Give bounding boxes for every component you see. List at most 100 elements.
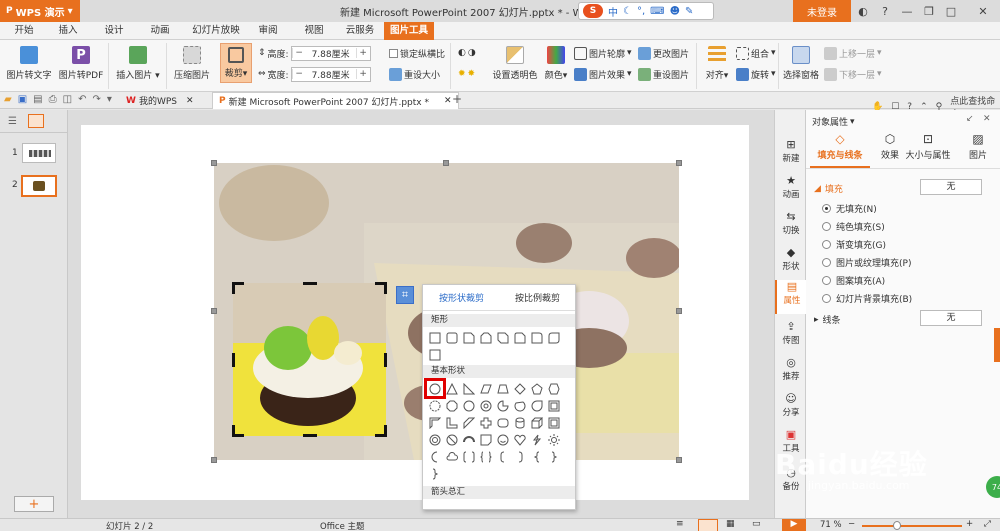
crop-handle-bottom-right[interactable] [375, 425, 387, 437]
tab-cloud[interactable]: 云服务 [338, 22, 382, 40]
crop-handle-top-left[interactable] [232, 282, 244, 294]
close-tab-icon[interactable]: ✕ [444, 96, 452, 106]
heptagon-shape-icon[interactable] [428, 399, 442, 412]
pane-header[interactable]: 对象属性 ▾ [812, 115, 855, 129]
lightning-shape-icon[interactable] [530, 433, 544, 446]
crop-button[interactable]: 裁剪▾ [220, 43, 252, 83]
print-icon[interactable]: ⎙ [49, 94, 57, 105]
resize-handle[interactable] [443, 160, 449, 166]
minimize-button[interactable]: — [896, 0, 918, 22]
square-shape-icon[interactable] [428, 348, 442, 361]
play-slideshow-icon[interactable]: ▶ [782, 519, 806, 531]
diamond-shape-icon[interactable] [513, 382, 527, 395]
moon-icon[interactable]: ☾ [623, 6, 632, 17]
slide-thumbnail-1[interactable] [22, 143, 56, 163]
tab-design[interactable]: 设计 [94, 22, 134, 40]
teardrop-shape-icon[interactable] [530, 399, 544, 412]
rotate-button[interactable]: 旋转 ▾ [736, 66, 776, 82]
pie-shape-icon[interactable] [496, 399, 510, 412]
parallelogram-shape-icon[interactable] [479, 382, 493, 395]
picture-effect-button[interactable]: 图片效果 ▾ [574, 66, 632, 82]
fit-window-icon[interactable]: ⤢ [984, 519, 991, 529]
right-brace-shape-icon[interactable] [547, 450, 561, 463]
double-bracket-shape-icon[interactable] [462, 450, 476, 463]
no-symbol-shape-icon[interactable] [445, 433, 459, 446]
bring-forward-button[interactable]: 上移一层 ▾ [824, 45, 882, 61]
double-brace-shape-icon[interactable] [479, 450, 493, 463]
resize-handle[interactable] [211, 457, 217, 463]
fill-section-header[interactable]: ◢ 填充 [814, 182, 843, 196]
pin-icon[interactable]: ↙ [966, 114, 974, 124]
login-button[interactable]: 未登录 [793, 0, 851, 22]
donut-shape-icon[interactable] [428, 433, 442, 446]
cube-shape-icon[interactable] [530, 416, 544, 429]
can-shape-icon[interactable] [513, 416, 527, 429]
reset-picture-button[interactable]: 重设图片 [638, 66, 689, 82]
open-icon[interactable]: ▰ [4, 94, 12, 105]
send-backward-button[interactable]: 下移一层 ▾ [824, 66, 882, 82]
undo-icon[interactable]: ↶ [78, 94, 86, 105]
hexagon-shape-icon[interactable] [547, 382, 561, 395]
diagonal-stripe-icon[interactable] [462, 416, 476, 429]
doc-tab-my-wps[interactable]: W 我的WPS ✕ [120, 92, 200, 109]
pentagon-shape-icon[interactable] [530, 382, 544, 395]
chevron-down-icon[interactable]: ▾ [107, 94, 112, 105]
reset-size-button[interactable]: 重设大小 [389, 66, 440, 82]
moon-shape-icon[interactable] [428, 450, 442, 463]
resize-handle[interactable] [676, 457, 682, 463]
plaque-shape-icon[interactable] [496, 416, 510, 429]
crop-handle-bottom-left[interactable] [232, 425, 244, 437]
cross-shape-icon[interactable] [479, 416, 493, 429]
strip-animation[interactable]: ★ 动画 [775, 174, 807, 200]
resize-handle[interactable] [676, 160, 682, 166]
selection-pane-button[interactable]: 选择窗格 [782, 46, 820, 81]
sorter-view-icon[interactable]: ▦ [726, 519, 735, 529]
change-picture-button[interactable]: 更改图片 [638, 45, 689, 61]
help-icon[interactable]: ? [874, 0, 896, 22]
fill-option-none[interactable]: 无填充(N) [822, 199, 912, 217]
zoom-in-icon[interactable]: + [966, 519, 973, 529]
crop-handle-top[interactable] [303, 282, 317, 285]
block-arc-shape-icon[interactable] [462, 433, 476, 446]
l-shape-icon[interactable] [445, 416, 459, 429]
strip-properties[interactable]: ▤ 属性 [775, 280, 807, 314]
fill-option-picture-texture[interactable]: 图片或纹理填充(P) [822, 253, 912, 271]
crop-handle-bottom[interactable] [303, 434, 317, 437]
crop-quick-icon[interactable]: ⌗ [396, 286, 414, 304]
heart-shape-icon[interactable] [513, 433, 527, 446]
round-snip-rect-icon[interactable] [513, 331, 527, 344]
width-input[interactable]: −7.88厘米 + [290, 66, 371, 82]
outline-view-icon[interactable]: ☰ [8, 116, 17, 127]
new-tab-icon[interactable]: + [452, 92, 462, 106]
close-button[interactable]: ✕ [966, 0, 1000, 22]
skin-icon[interactable]: ◐ [852, 0, 874, 22]
resize-handle[interactable] [211, 160, 217, 166]
cloud-shape-icon[interactable] [445, 450, 459, 463]
reading-view-icon[interactable]: ▭ [752, 519, 761, 529]
zoom-slider[interactable] [862, 525, 962, 527]
triangle-shape-icon[interactable] [445, 382, 459, 395]
tab-crop-by-shape[interactable]: 按形状裁剪 [423, 291, 500, 304]
line-dropdown[interactable]: 无 [920, 310, 982, 326]
strip-upload[interactable]: ⇪ 传图 [775, 320, 807, 346]
strip-share[interactable]: ☺ 分享 [775, 392, 807, 418]
snip-corner-rect-icon[interactable] [462, 331, 476, 344]
ime-lang[interactable]: 中 [608, 4, 618, 19]
normal-view-icon[interactable] [698, 519, 718, 531]
close-icon[interactable]: ✕ [983, 114, 991, 124]
app-menu-button[interactable]: P WPS 演示 ▾ [0, 0, 80, 22]
strip-transition[interactable]: ⇆ 切换 [775, 210, 807, 236]
height-input[interactable]: −7.88厘米 + [290, 45, 371, 61]
tab-home[interactable]: 开始 [4, 22, 44, 40]
tab-crop-by-ratio[interactable]: 按比例裁剪 [500, 291, 575, 304]
zoom-out-icon[interactable]: − [848, 519, 855, 529]
tab-picture[interactable]: ▨ 图片 [958, 132, 998, 161]
user-icon[interactable]: ☻ [670, 6, 680, 17]
preview-icon[interactable]: ◫ [63, 94, 72, 105]
chord-shape-icon[interactable] [513, 399, 527, 412]
fill-option-gradient[interactable]: 渐变填充(G) [822, 235, 912, 253]
tab-insert[interactable]: 插入 [48, 22, 88, 40]
bevel-shape-icon[interactable] [547, 416, 561, 429]
group-button[interactable]: 组合 ▾ [736, 45, 776, 61]
half-frame-shape-icon[interactable] [428, 416, 442, 429]
